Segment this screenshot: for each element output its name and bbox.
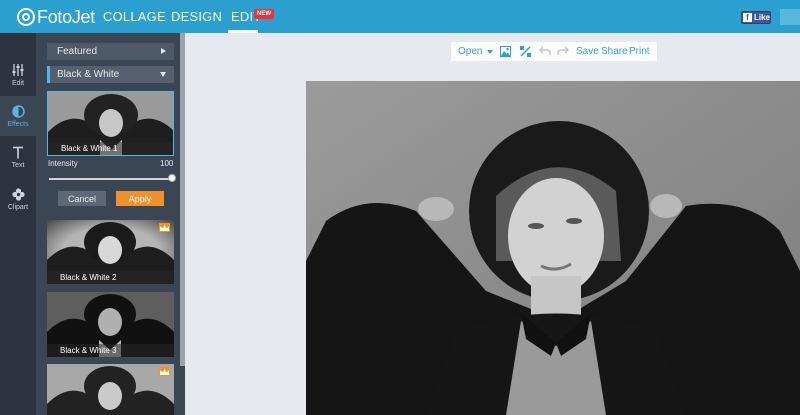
rail-item-label: Text: [11, 162, 25, 169]
rail-item-effects[interactable]: Effects: [0, 96, 36, 136]
sliders-icon: [12, 63, 24, 77]
rail-item-label: Edit: [11, 80, 25, 87]
effect-thumbnail-image: [47, 364, 174, 415]
rail-item-clipart[interactable]: Clipart: [0, 179, 36, 219]
chevron-right-icon: [161, 48, 166, 54]
facebook-icon: f: [743, 13, 752, 22]
photo-canvas[interactable]: [306, 81, 800, 415]
contrast-icon: [11, 104, 25, 118]
rail-item-text[interactable]: Text: [0, 137, 36, 177]
intensity-label: Intensity: [48, 159, 78, 168]
subcategory-dropdown[interactable]: Black & White: [47, 66, 174, 83]
logo-icon: [17, 8, 35, 26]
save-button[interactable]: Save: [576, 46, 599, 57]
clipart-icon: [11, 187, 25, 201]
effect-thumbnail-label: Black & White 2: [47, 271, 174, 284]
intensity-value: 100: [160, 159, 174, 168]
logo-text: FotoJet: [37, 6, 95, 27]
rail-item-edit[interactable]: Edit: [0, 55, 36, 95]
effect-thumbnail[interactable]: Black & White 3: [47, 292, 174, 357]
nav-design[interactable]: DESIGN: [171, 0, 222, 33]
rail-item-label: Clipart: [7, 204, 29, 211]
effects-panel: Featured Black & White Black & White 1 I…: [36, 33, 185, 415]
new-badge: NEW: [254, 9, 274, 19]
editor-toolbar: Open Save Share Print: [451, 42, 657, 61]
edited-photo: [306, 81, 800, 415]
category-dropdown-label: Featured: [57, 46, 98, 57]
apply-button[interactable]: Apply: [116, 191, 164, 206]
share-button[interactable]: Share: [601, 46, 628, 57]
print-button[interactable]: Print: [629, 46, 650, 57]
premium-crown-icon: [159, 223, 170, 232]
open-dropdown-arrow-icon[interactable]: [487, 50, 493, 54]
subcategory-dropdown-label: Black & White: [57, 69, 120, 80]
effect-thumbnail[interactable]: Black & White 2: [47, 220, 174, 284]
intensity-slider-handle[interactable]: [168, 174, 176, 182]
image-icon[interactable]: [500, 46, 511, 60]
effect-thumbnail-label: Black & White 1: [48, 142, 173, 155]
effect-thumbnail-selected[interactable]: Black & White 1: [47, 91, 174, 156]
effect-thumbnail-label: Black & White 3: [47, 344, 174, 357]
rail-item-label: Effects: [7, 121, 29, 128]
category-dropdown[interactable]: Featured: [47, 43, 174, 60]
account-button[interactable]: [780, 9, 800, 25]
chevron-down-icon: [160, 72, 166, 77]
nav-collage[interactable]: COLLAGE: [103, 0, 166, 33]
facebook-like-label: Like: [753, 13, 770, 22]
redo-icon[interactable]: [557, 46, 569, 59]
left-tool-rail: Edit Effects Text Clipart: [0, 33, 36, 415]
text-icon: [12, 145, 24, 159]
panel-scrollbar[interactable]: [180, 33, 185, 366]
effect-thumbnail[interactable]: [47, 364, 174, 415]
facebook-like-button[interactable]: f Like: [741, 11, 771, 24]
intensity-slider-track[interactable]: [49, 178, 171, 180]
cancel-button[interactable]: Cancel: [58, 191, 106, 206]
undo-icon[interactable]: [539, 46, 551, 59]
fotojet-logo[interactable]: FotoJet: [17, 7, 95, 27]
open-menu-button[interactable]: Open: [458, 46, 482, 57]
resize-icon[interactable]: [520, 46, 531, 60]
premium-crown-icon: [159, 367, 170, 376]
